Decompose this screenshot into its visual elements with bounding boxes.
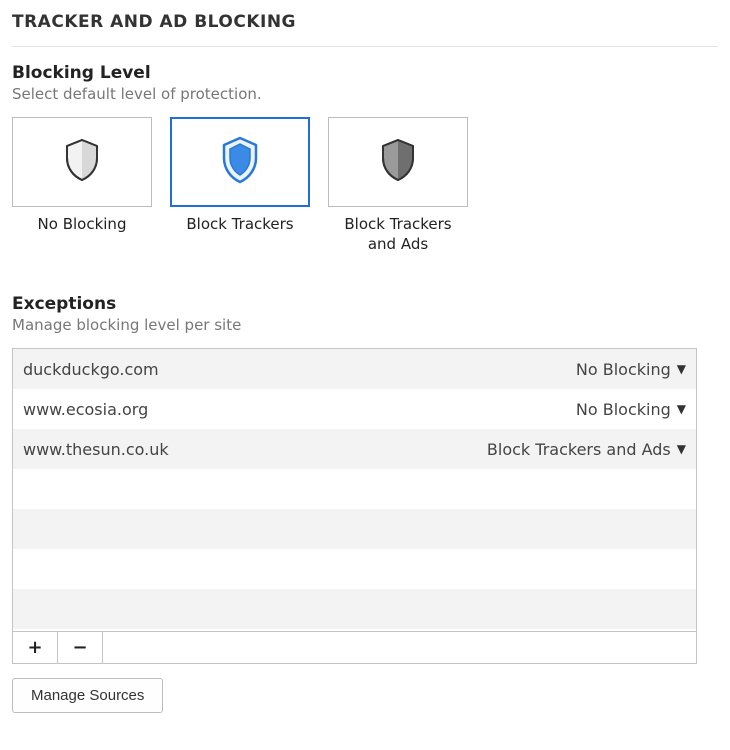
exception-level: No Blocking: [576, 400, 677, 419]
table-row: [13, 469, 696, 509]
exception-level: Block Trackers and Ads: [487, 440, 677, 459]
table-row[interactable]: www.ecosia.org No Blocking ▼: [13, 389, 696, 429]
table-row[interactable]: duckduckgo.com No Blocking ▼: [13, 349, 696, 389]
exceptions-footer: + −: [13, 631, 696, 663]
blocking-level-sub: Select default level of protection.: [12, 85, 718, 103]
level-label: Block Trackers: [170, 215, 310, 235]
level-option-no-blocking[interactable]: No Blocking: [12, 117, 152, 254]
level-label: No Blocking: [12, 215, 152, 235]
footer-filler: [103, 632, 696, 663]
blocking-level-options: No Blocking Block Trackers Block Tr: [12, 117, 718, 254]
table-row[interactable]: www.thesun.co.uk Block Trackers and Ads …: [13, 429, 696, 469]
blocking-level-heading: Blocking Level: [12, 63, 718, 83]
chevron-down-icon[interactable]: ▼: [677, 362, 686, 376]
exceptions-list: duckduckgo.com No Blocking ▼ www.ecosia.…: [13, 349, 696, 631]
manage-sources-button[interactable]: Manage Sources: [12, 678, 163, 713]
level-card: [12, 117, 152, 207]
plus-icon: +: [27, 637, 42, 658]
table-row: [13, 509, 696, 549]
page-title: TRACKER AND AD BLOCKING: [12, 12, 718, 32]
shield-icon: [63, 138, 101, 186]
exception-domain: duckduckgo.com: [23, 360, 576, 379]
chevron-down-icon[interactable]: ▼: [677, 442, 686, 456]
shield-icon: [379, 138, 417, 186]
level-option-block-trackers-and-ads[interactable]: Block Trackers and Ads: [328, 117, 468, 254]
level-card: [170, 117, 310, 207]
chevron-down-icon[interactable]: ▼: [677, 402, 686, 416]
exceptions-heading: Exceptions: [12, 294, 718, 314]
exception-domain: www.thesun.co.uk: [23, 440, 487, 459]
exceptions-table: duckduckgo.com No Blocking ▼ www.ecosia.…: [12, 348, 697, 664]
table-row: [13, 549, 696, 589]
exception-domain: www.ecosia.org: [23, 400, 576, 419]
level-card: [328, 117, 468, 207]
remove-exception-button[interactable]: −: [58, 632, 103, 663]
exception-level: No Blocking: [576, 360, 677, 379]
divider: [12, 46, 718, 47]
table-row: [13, 589, 696, 629]
level-label: Block Trackers and Ads: [328, 215, 468, 254]
add-exception-button[interactable]: +: [13, 632, 58, 663]
minus-icon: −: [72, 637, 87, 658]
exceptions-sub: Manage blocking level per site: [12, 316, 718, 334]
level-option-block-trackers[interactable]: Block Trackers: [170, 117, 310, 254]
shield-icon: [219, 136, 261, 188]
